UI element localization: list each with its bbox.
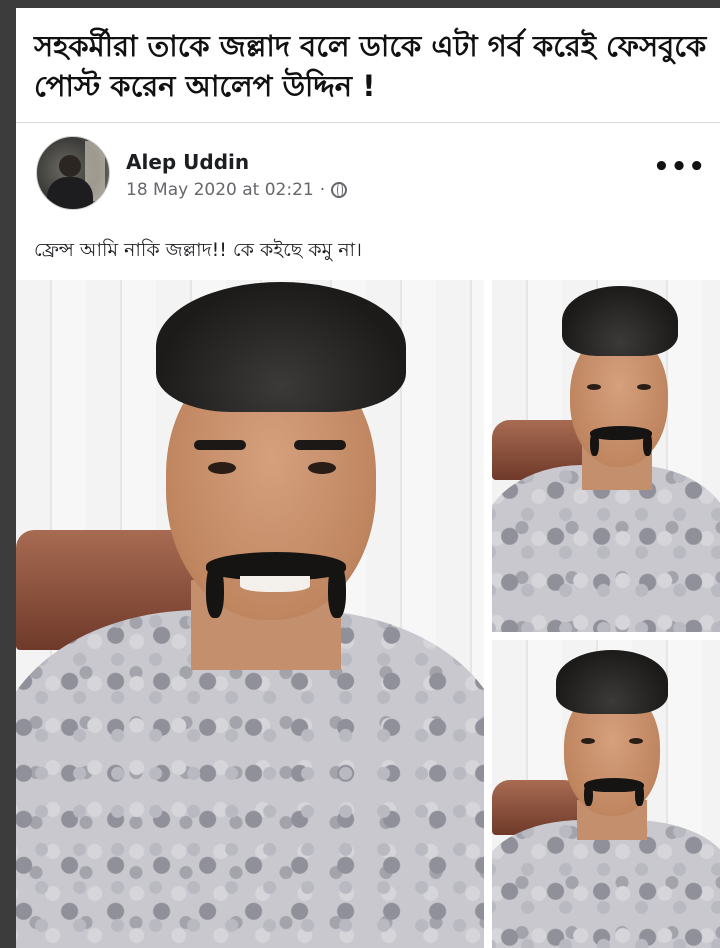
globe-icon <box>331 182 348 198</box>
post-timestamp[interactable]: 18 May 2020 at 02:21 <box>126 180 314 200</box>
post-photo-3[interactable] <box>492 640 720 948</box>
headline: সহকর্মীরা তাকে জল্লাদ বলে ডাকে এটা গর্ব … <box>34 29 707 103</box>
post-author-name[interactable]: Alep Uddin <box>126 150 249 174</box>
avatar[interactable] <box>36 136 110 210</box>
post-photo-main[interactable] <box>16 280 484 948</box>
post-photo-2[interactable] <box>492 280 720 632</box>
post-meta: 18 May 2020 at 02:21 · <box>126 180 348 200</box>
post-caption: ফ্রেন্স আমি নাকি জল্লাদ!! কে কইছে কমু না… <box>34 239 362 261</box>
meta-separator: · <box>319 180 326 200</box>
more-options-button[interactable]: ••• <box>653 152 706 182</box>
divider <box>16 122 720 123</box>
post-screenshot: সহকর্মীরা তাকে জল্লাদ বলে ডাকে এটা গর্ব … <box>16 8 720 948</box>
